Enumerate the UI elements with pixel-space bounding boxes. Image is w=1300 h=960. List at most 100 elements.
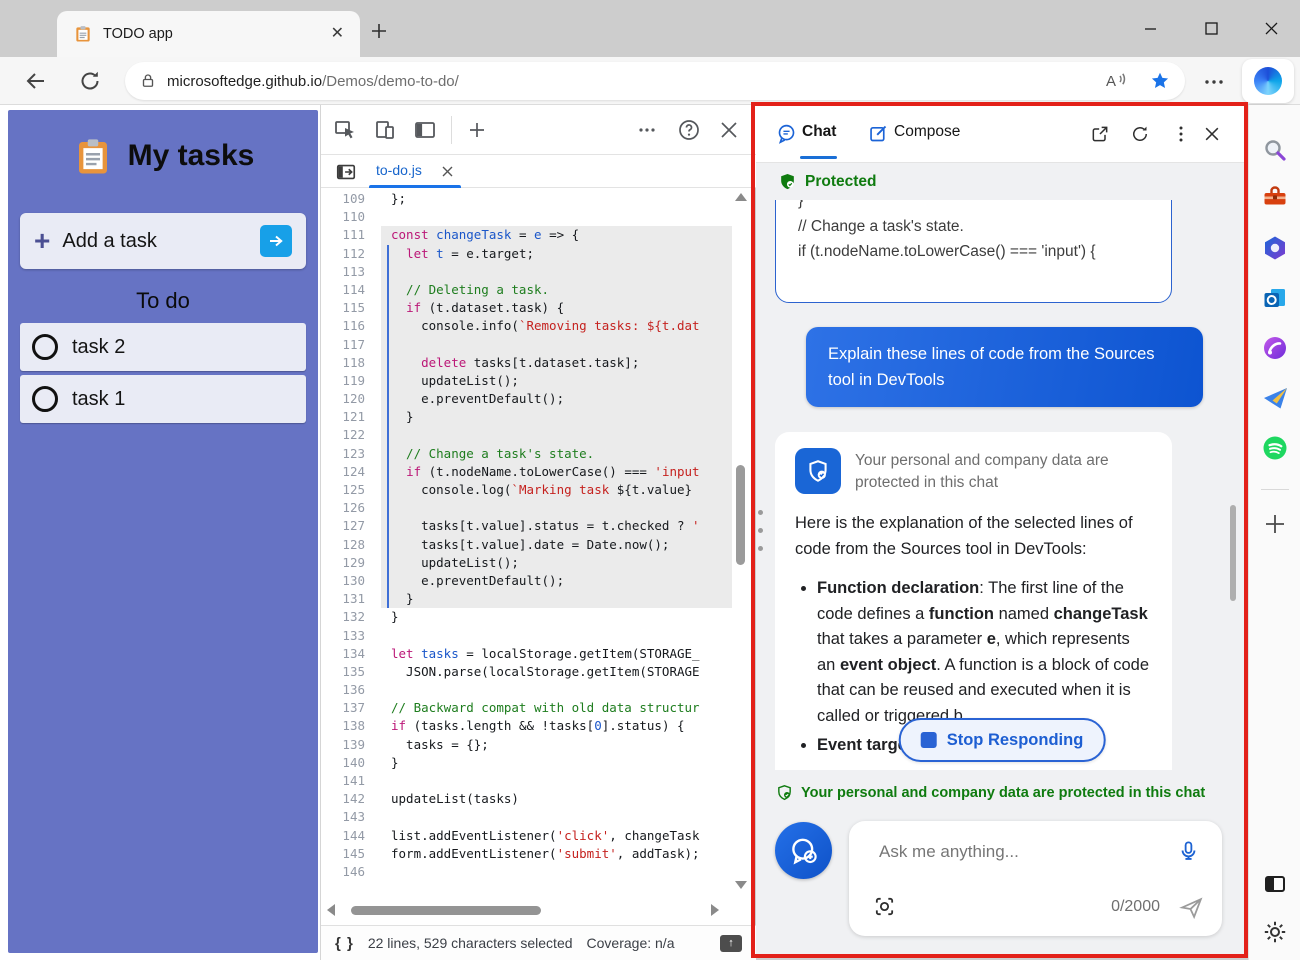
window-maximize-button[interactable] bbox=[1196, 14, 1226, 42]
copilot-button[interactable] bbox=[1242, 59, 1294, 103]
todo-header: My tasks bbox=[8, 135, 318, 177]
devtools-help-icon[interactable] bbox=[677, 118, 701, 142]
copilot-footer: Your personal and company data are prote… bbox=[756, 770, 1248, 957]
browser-tab[interactable]: TODO app ✕ bbox=[57, 11, 360, 57]
devtools-close-icon[interactable] bbox=[717, 118, 741, 142]
pretty-print-icon[interactable]: { } bbox=[335, 935, 354, 952]
line-number: 117 bbox=[321, 336, 373, 354]
file-tab-close-icon[interactable] bbox=[441, 165, 454, 178]
line-number: 123 bbox=[321, 445, 373, 463]
copilot-scrollbar-thumb[interactable] bbox=[1230, 505, 1236, 601]
code-line: e.preventDefault(); bbox=[381, 390, 732, 408]
search-icon[interactable] bbox=[1262, 137, 1288, 163]
task-row[interactable]: task 1 bbox=[20, 375, 306, 423]
scroll-right-arrow[interactable] bbox=[711, 904, 719, 916]
dock-side-icon[interactable] bbox=[413, 118, 437, 142]
panel-resize-handle[interactable] bbox=[758, 510, 766, 551]
spotify-icon[interactable] bbox=[1262, 435, 1288, 461]
task-checkbox[interactable] bbox=[32, 386, 58, 412]
line-number: 119 bbox=[321, 372, 373, 390]
microsoft-365-icon[interactable] bbox=[1262, 235, 1288, 261]
refresh-button[interactable] bbox=[78, 69, 102, 93]
copilot-close-icon[interactable] bbox=[1202, 124, 1222, 144]
code-line: delete tasks[t.dataset.task]; bbox=[381, 354, 732, 372]
copilot-refresh-icon[interactable] bbox=[1130, 124, 1150, 144]
sidebar-settings-icon[interactable] bbox=[1262, 919, 1288, 945]
devtools-add-tab-icon[interactable] bbox=[467, 120, 487, 140]
screenshot-capture-icon[interactable] bbox=[873, 895, 896, 918]
tab-compose[interactable]: Compose bbox=[894, 123, 960, 141]
task-label: task 1 bbox=[72, 388, 125, 411]
line-number: 109 bbox=[321, 190, 373, 208]
toolbox-icon[interactable] bbox=[1262, 183, 1288, 209]
code-line: if (t.dataset.task) { bbox=[381, 299, 732, 317]
line-number: 136 bbox=[321, 681, 373, 699]
add-task-submit-button[interactable] bbox=[260, 225, 292, 257]
inspect-element-icon[interactable] bbox=[333, 118, 357, 142]
code-line: JSON.parse(localStorage.getItem(STORAGE bbox=[381, 663, 732, 681]
favorite-star-icon[interactable] bbox=[1149, 70, 1171, 92]
task-checkbox[interactable] bbox=[32, 334, 58, 360]
stop-responding-button[interactable]: Stop Responding bbox=[899, 718, 1106, 762]
code-line: tasks[t.value].date = Date.now(); bbox=[381, 536, 732, 554]
address-bar[interactable]: microsoftedge.github.io/Demos/demo-to-do… bbox=[125, 62, 1185, 100]
drop-icon[interactable] bbox=[1262, 385, 1288, 411]
devtools-more-icon[interactable] bbox=[637, 122, 657, 138]
line-number: 139 bbox=[321, 736, 373, 754]
add-task-field[interactable]: + Add a task bbox=[20, 213, 306, 269]
add-to-sidebar-icon[interactable] bbox=[1262, 511, 1288, 537]
task-row[interactable]: task 2 bbox=[20, 323, 306, 371]
send-icon[interactable] bbox=[1179, 895, 1204, 920]
window-minimize-button[interactable] bbox=[1135, 14, 1165, 42]
new-chat-button[interactable] bbox=[775, 822, 832, 879]
open-in-window-icon[interactable] bbox=[1090, 124, 1110, 144]
horizontal-scrollbar-thumb[interactable] bbox=[351, 906, 541, 915]
code-line: } bbox=[381, 590, 732, 608]
window-close-button[interactable] bbox=[1256, 14, 1286, 42]
todo-page: My tasks + Add a task To do task 2 task … bbox=[0, 105, 320, 960]
code-line: // Deleting a task. bbox=[381, 281, 732, 299]
vertical-scrollbar-thumb[interactable] bbox=[736, 465, 745, 565]
navigator-toggle-icon[interactable] bbox=[335, 161, 357, 183]
file-tab[interactable]: to-do.js bbox=[376, 162, 422, 178]
copilot-more-icon[interactable] bbox=[1172, 124, 1190, 144]
response-intro: Here is the explanation of the selected … bbox=[795, 510, 1152, 562]
chat-input[interactable] bbox=[877, 841, 1121, 863]
quoted-code-line: if (t.nodeName.toLowerCase() === 'input'… bbox=[798, 239, 1149, 264]
code-line: let tasks = localStorage.getItem(STORAGE… bbox=[381, 645, 732, 663]
outlook-icon[interactable] bbox=[1262, 285, 1288, 311]
microphone-icon[interactable] bbox=[1177, 839, 1200, 862]
code-editor[interactable]: };const changeTask = e => { let t = e.ta… bbox=[381, 190, 732, 882]
line-number: 142 bbox=[321, 790, 373, 808]
scroll-left-arrow[interactable] bbox=[327, 904, 335, 916]
code-line bbox=[381, 808, 732, 826]
code-line: updateList(); bbox=[381, 372, 732, 390]
scroll-up-arrow[interactable] bbox=[735, 193, 747, 201]
code-line: if (t.nodeName.toLowerCase() === 'input bbox=[381, 463, 732, 481]
line-number: 113 bbox=[321, 263, 373, 281]
browser-toolbar: microsoftedge.github.io/Demos/demo-to-do… bbox=[0, 57, 1300, 105]
tab-favicon-clipboard-icon bbox=[73, 24, 93, 44]
line-number: 118 bbox=[321, 354, 373, 372]
back-button[interactable] bbox=[24, 69, 48, 93]
scroll-down-arrow[interactable] bbox=[735, 881, 747, 889]
line-number: 116 bbox=[321, 317, 373, 335]
sidebar-toggle-icon[interactable] bbox=[1262, 871, 1288, 897]
shield-check-icon bbox=[776, 784, 793, 801]
quoted-code-line: // Change a task's state. bbox=[798, 214, 1149, 239]
line-number: 133 bbox=[321, 627, 373, 645]
new-tab-button[interactable] bbox=[370, 22, 388, 40]
device-emulation-icon[interactable] bbox=[373, 118, 397, 142]
console-drawer-icon[interactable]: ↑ bbox=[720, 935, 742, 952]
toolbar-more-icon[interactable] bbox=[1203, 71, 1225, 93]
designer-icon[interactable] bbox=[1262, 335, 1288, 361]
copilot-logo-icon bbox=[1254, 67, 1282, 95]
read-aloud-icon[interactable]: A bbox=[1103, 69, 1127, 93]
tab-chat[interactable]: Chat bbox=[802, 123, 836, 141]
line-number: 114 bbox=[321, 281, 373, 299]
tab-close-icon[interactable]: ✕ bbox=[331, 26, 344, 42]
svg-text:A: A bbox=[1106, 73, 1116, 90]
add-task-label: Add a task bbox=[62, 230, 260, 253]
tab-title: TODO app bbox=[103, 26, 331, 42]
code-line bbox=[381, 627, 732, 645]
